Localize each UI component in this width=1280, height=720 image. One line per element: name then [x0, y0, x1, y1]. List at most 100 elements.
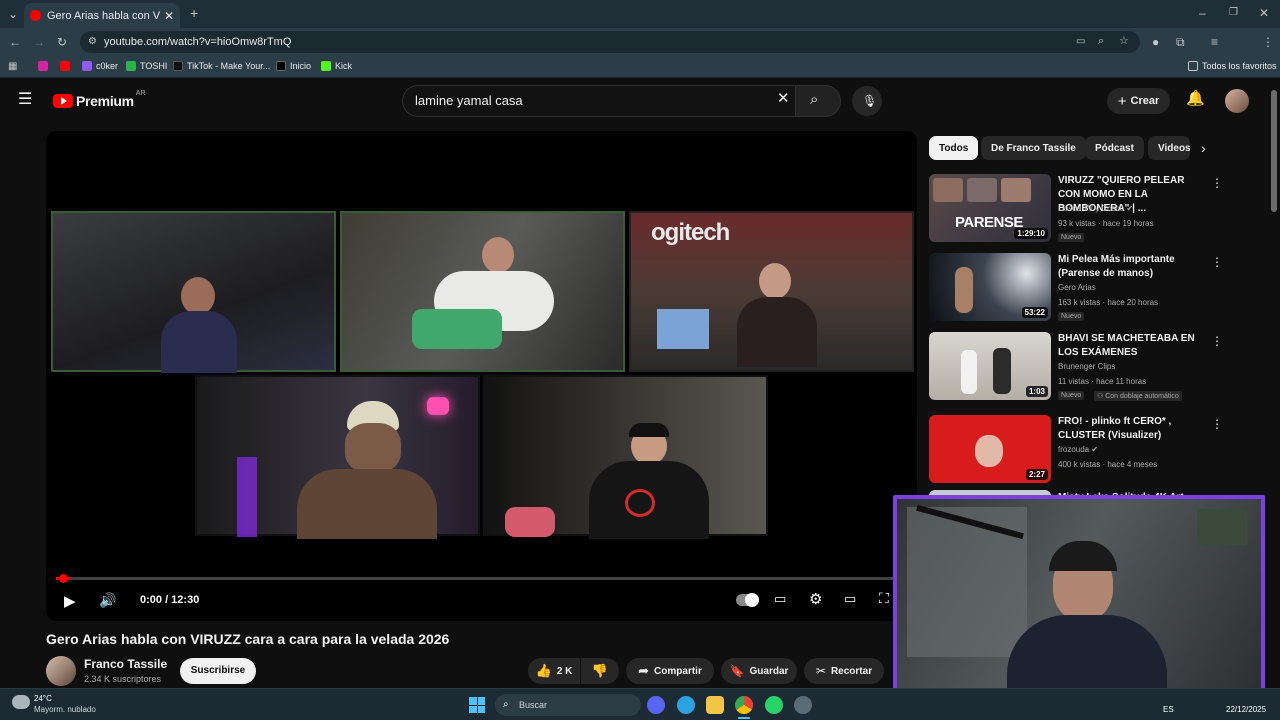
video-duration: 1:29:10 — [1014, 228, 1048, 239]
bookmark-tiktok[interactable]: TikTok - Make Your... — [173, 61, 270, 71]
zoom-icon[interactable]: ⌕ — [1098, 34, 1104, 48]
whatsapp-icon[interactable] — [765, 696, 783, 714]
restore-icon[interactable]: ❐ — [1229, 6, 1238, 20]
video-frame-tile — [483, 375, 768, 539]
create-button[interactable]: + Crear — [1107, 88, 1170, 114]
bookmark-kick[interactable]: Kick — [321, 61, 352, 71]
page-scrollbar[interactable] — [1271, 90, 1277, 212]
recommendation-title: Mi Pelea Más importante (Parense de mano… — [1058, 254, 1175, 279]
bookmark-c0ker[interactable]: c0ker — [82, 61, 118, 71]
channel-avatar[interactable] — [46, 656, 76, 686]
recommendation-item[interactable]: PARENSE 1:29:10 VIRUZZ "QUIERO PELEAR CO… — [929, 174, 1229, 246]
more-options-icon[interactable]: ⋮ — [1211, 176, 1223, 190]
save-button[interactable]: 🔖 Guardar — [721, 658, 797, 684]
chrome-icon[interactable] — [735, 696, 753, 714]
chip-videos[interactable]: Videos — [1148, 136, 1190, 160]
back-icon[interactable]: ← — [9, 35, 21, 49]
apps-grid-icon[interactable]: ▦ — [8, 60, 17, 74]
recommendation-item[interactable]: 53:22 Mi Pelea Más importante (Parense d… — [929, 253, 1229, 325]
file-explorer-icon[interactable] — [706, 696, 724, 714]
recommendation-item[interactable]: 1:03 BHAVI SE MACHETEABA EN LOS EXÁMENES… — [929, 332, 1229, 404]
bookmark-youtube-icon[interactable] — [60, 61, 74, 71]
clock-date[interactable]: 22/12/2025 — [1226, 705, 1266, 714]
weather-icon[interactable] — [12, 695, 30, 709]
recommendation-thumbnail[interactable]: PARENSE 1:29:10 — [929, 174, 1051, 242]
more-options-icon[interactable]: ⋮ — [1211, 417, 1223, 431]
video-frame-tile — [195, 375, 480, 539]
clear-search-icon[interactable]: ✕ — [777, 91, 790, 106]
video-frame-tile — [340, 211, 625, 372]
more-options-icon[interactable]: ⋮ — [1211, 334, 1223, 348]
tab-search-icon[interactable]: ⌄ — [8, 7, 18, 21]
windows-start-icon[interactable] — [469, 697, 485, 713]
hamburger-menu-icon[interactable]: ☰ — [18, 92, 32, 108]
chip-podcast[interactable]: Pódcast — [1085, 136, 1144, 160]
play-icon[interactable]: ▶ — [64, 592, 76, 610]
autoplay-toggle[interactable] — [736, 593, 759, 607]
search-button[interactable]: ⌕ — [795, 85, 841, 117]
recommendation-item[interactable]: 2:27 FRO! - plinko ft CERO* , CLUSTER (V… — [929, 415, 1229, 487]
youtube-logo[interactable]: Premium AR — [53, 90, 146, 109]
theater-mode-icon[interactable]: ▭ — [844, 591, 856, 607]
more-options-icon[interactable]: ⋮ — [1211, 255, 1223, 269]
cast-icon[interactable]: ▭ — [1076, 35, 1085, 49]
dub-icon: ⚇ — [1097, 393, 1104, 400]
recommendation-thumbnail[interactable]: 1:03 — [929, 332, 1051, 400]
chips-next-chevron-icon[interactable]: › — [1201, 141, 1206, 155]
language-indicator[interactable]: ES — [1163, 705, 1174, 714]
progress-scrubber[interactable] — [59, 574, 68, 583]
search-input[interactable]: lamine yamal casa — [402, 85, 795, 117]
tab-close-icon[interactable]: ✕ — [164, 9, 174, 23]
subscribe-button[interactable]: Suscribirse — [180, 658, 256, 684]
youtube-header: ☰ Premium AR lamine yamal casa ✕ ⌕ 🎙 + C… — [0, 79, 1280, 125]
channel-name[interactable]: Franco Tassile — [84, 657, 167, 671]
url-text: youtube.com/watch?v=hioOmw8rTmQ — [104, 36, 292, 48]
weather-text: Mayorm. nublado — [34, 705, 96, 714]
chip-todos[interactable]: Todos — [929, 136, 979, 160]
reload-icon[interactable]: ↻ — [57, 35, 67, 49]
volume-icon[interactable]: 🔊 — [99, 592, 116, 609]
address-bar[interactable]: ⚙ youtube.com/watch?v=hioOmw8rTmQ ▭ ⌕ ☆ — [80, 31, 1140, 53]
voice-search-button[interactable]: 🎙 — [852, 86, 882, 116]
temperature[interactable]: 24°C — [34, 694, 52, 703]
bookmarks-bar: ▦ c0ker TOSHI TikTok - Make Your... Inic… — [0, 56, 1280, 78]
discord-icon[interactable] — [647, 696, 665, 714]
new-tab-icon[interactable]: + — [190, 6, 198, 20]
notifications-bell-icon[interactable]: 🔔 — [1186, 91, 1205, 106]
telegram-icon[interactable] — [677, 696, 695, 714]
chrome-menu-icon[interactable]: ⋮ — [1262, 35, 1274, 49]
chrome-active-indicator — [738, 717, 750, 719]
captions-icon[interactable]: ▭ — [774, 591, 786, 607]
forward-icon[interactable]: → — [33, 35, 45, 49]
bookmark-toshi[interactable]: TOSHI — [126, 61, 167, 71]
like-count: 2 K — [556, 665, 573, 677]
steam-icon[interactable] — [794, 696, 812, 714]
like-button[interactable]: 👍 2 K — [528, 658, 580, 684]
clip-button[interactable]: ✂ Recortar — [804, 658, 884, 684]
recommendation-thumbnail[interactable]: 2:27 — [929, 415, 1051, 483]
site-info-icon[interactable]: ⚙ — [88, 35, 97, 49]
video-player[interactable]: ogitech ▶ 🔊 0:00 / 12:30 ▭ ⚙ ▭ ⛶ — [46, 131, 917, 621]
media-control-icon[interactable]: ≡ — [1211, 35, 1218, 49]
bookmark-star-icon[interactable]: ☆ — [1119, 34, 1129, 48]
share-button[interactable]: ➦ Compartir — [626, 658, 714, 684]
taskbar-search[interactable]: ⌕ Buscar — [495, 694, 641, 716]
thumbnail-text: PARENSE — [955, 214, 1023, 231]
browser-tab-active[interactable]: Gero Arias habla con VIRUZZ cara a cara … — [24, 3, 180, 28]
all-bookmarks[interactable]: Todos los favoritos — [1188, 61, 1277, 71]
minimize-icon[interactable]: – — [1199, 6, 1206, 20]
close-window-icon[interactable]: ✕ — [1259, 6, 1269, 20]
bookmark-instagram-icon[interactable] — [38, 61, 52, 71]
chip-de-franco-tassile[interactable]: De Franco Tassile — [981, 136, 1086, 160]
video-title: Gero Arias habla con VIRUZZ cara a cara … — [46, 631, 450, 647]
recommendation-thumbnail[interactable]: 53:22 — [929, 253, 1051, 321]
extension-icon[interactable]: ● — [1152, 35, 1159, 49]
extensions-puzzle-icon[interactable]: ⧉ — [1176, 35, 1185, 49]
dislike-button[interactable]: 👎 — [581, 658, 619, 684]
video-duration: 2:27 — [1025, 469, 1048, 480]
account-avatar[interactable] — [1225, 89, 1249, 113]
settings-gear-icon[interactable]: ⚙ — [809, 590, 822, 608]
progress-bar[interactable] — [56, 574, 905, 583]
bookmark-x-inicio[interactable]: Inicio — [276, 61, 311, 71]
fullscreen-icon[interactable]: ⛶ — [879, 590, 889, 607]
